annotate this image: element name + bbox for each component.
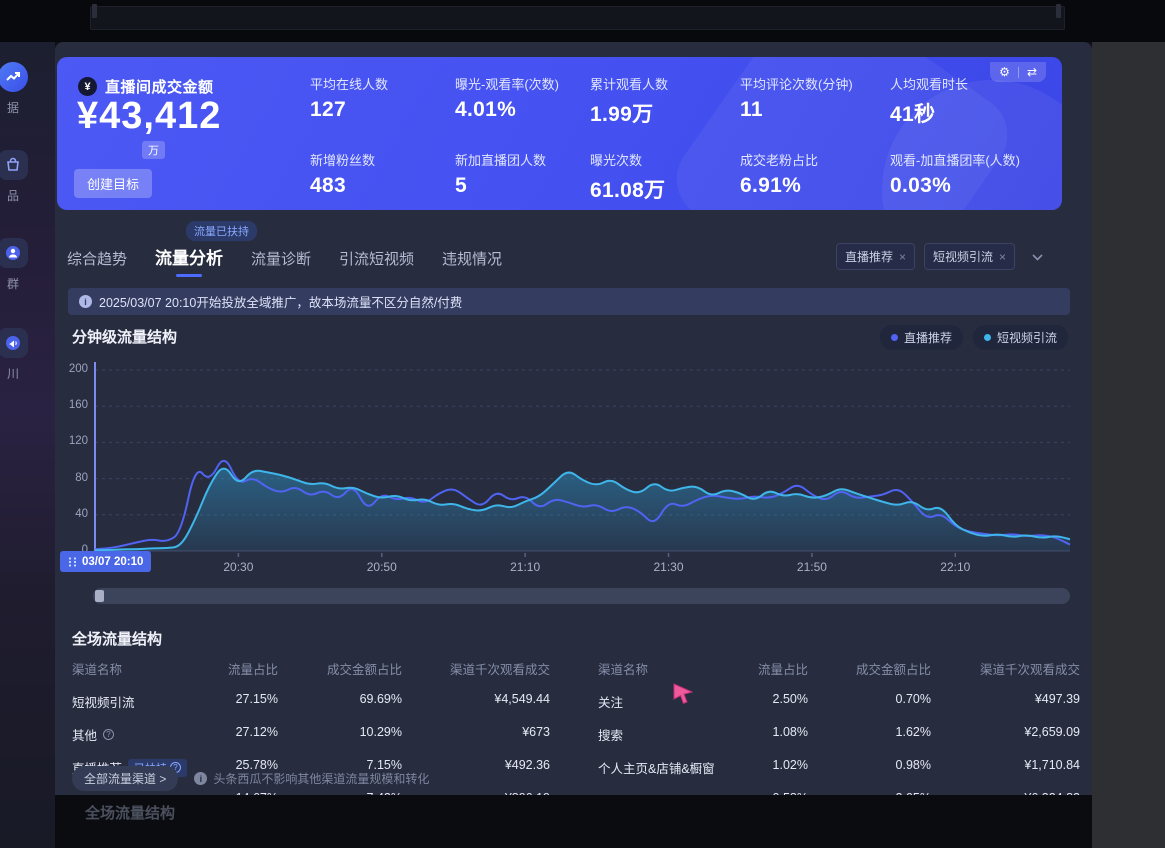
metric-cell: 成交老粉占比6.91% <box>740 150 890 204</box>
gmv-banner: ¥ 直播间成交金额 ¥43,412 万 创建目标 平均在线人数127 曝光-观看… <box>57 57 1062 210</box>
sidebar-nav: 据 品 群 川 <box>0 42 55 848</box>
background-section-title: 全场流量结构 <box>85 802 175 823</box>
banner-title: 直播间成交金额 <box>105 76 214 97</box>
metric-cell: 曝光-观看率(次数)4.01% <box>455 74 590 128</box>
sidebar-item-label: 据 <box>0 99 36 116</box>
collapsed-panel-strip <box>90 6 1065 30</box>
sidebar-item-label: 群 <box>0 275 36 292</box>
minute-traffic-chart[interactable] <box>60 358 1080 590</box>
metric-grid: 平均在线人数127 曝光-观看率(次数)4.01% 累计观看人数1.99万 平均… <box>310 74 1040 204</box>
sidebar-item-qianchuan[interactable]: 川 <box>0 328 36 382</box>
gmv-value: ¥43,412 <box>77 95 221 138</box>
table-row: 关注 <box>598 689 738 714</box>
gear-icon[interactable]: ⚙ <box>999 65 1010 79</box>
tab-overview[interactable]: 综合趋势 <box>67 248 127 277</box>
chart-range-scrollbar[interactable] <box>93 588 1070 604</box>
tab-lead-videos[interactable]: 引流短视频 <box>339 248 414 277</box>
table-row: 个人主页&店铺&橱窗 <box>598 755 738 780</box>
close-icon[interactable]: × <box>999 250 1006 264</box>
banner-toolbar: ⚙ ⇄ <box>990 62 1046 82</box>
page-under-panel <box>55 795 1092 848</box>
sidebar-item-product[interactable]: 品 <box>0 150 36 204</box>
gmv-unit-badge: 万 <box>142 141 165 159</box>
legend-dot <box>984 334 991 341</box>
info-icon: i <box>79 295 92 308</box>
table-row: 搜索 <box>598 722 738 747</box>
table-footer: 全部流量渠道 > i 头条西瓜不影响其他渠道流量规模和转化 <box>72 766 429 791</box>
chevron-down-icon[interactable] <box>1032 248 1043 266</box>
tab-traffic-diagnosis[interactable]: 流量诊断 <box>251 248 311 277</box>
legend-live-recommend[interactable]: 直播推荐 <box>880 325 963 350</box>
tab-violations[interactable]: 违规情况 <box>442 248 502 277</box>
tab-bar: 综合趋势 流量分析 流量诊断 引流短视频 违规情况 <box>67 244 502 277</box>
table-row: 短视频引流 <box>72 689 202 714</box>
info-icon[interactable]: ? <box>103 729 114 740</box>
metric-cell: 累计观看人数1.99万 <box>590 74 740 128</box>
sidebar-item-audience[interactable]: 群 <box>0 238 36 292</box>
scrollbar-handle[interactable] <box>95 590 104 602</box>
table-row: 其他? <box>72 722 202 747</box>
create-goal-button[interactable]: 创建目标 <box>74 169 152 198</box>
sidebar-item-data[interactable]: 据 <box>0 62 36 116</box>
sidebar-item-label: 品 <box>0 187 36 204</box>
metric-cell: 平均在线人数127 <box>310 74 455 128</box>
bag-icon <box>0 150 28 180</box>
filter-chip-live[interactable]: 直播推荐 × <box>836 243 915 270</box>
user-icon <box>0 238 28 268</box>
currency-coin-icon: ¥ <box>78 77 97 96</box>
traffic-table-right: 渠道名称 流量占比 成交金额占比 渠道千次观看成交 关注 2.50% 0.70%… <box>598 656 1080 813</box>
dashboard-screen: 据 品 群 川 ¥ 直播间成交金额 ¥43,412 <box>0 0 1165 848</box>
filter-chip-video[interactable]: 短视频引流 × <box>924 243 1015 270</box>
metric-cell: 新加直播团人数5 <box>455 150 590 204</box>
sidebar-item-label: 川 <box>0 365 36 382</box>
metric-cell: 平均评论次数(分钟)11 <box>740 74 890 128</box>
metric-cell: 曝光次数61.08万 <box>590 150 740 204</box>
all-channels-button[interactable]: 全部流量渠道 > <box>72 766 178 791</box>
metric-cell: 观看-加直播团率(人数)0.03% <box>890 150 1040 204</box>
info-icon: i <box>194 772 207 785</box>
close-icon[interactable]: × <box>899 250 906 264</box>
legend-dot <box>891 334 898 341</box>
trend-icon <box>0 62 28 92</box>
x-axis-start-label[interactable]: 03/07 20:10 <box>60 551 151 572</box>
session-traffic-title: 全场流量结构 <box>72 628 162 649</box>
strip-end-tick <box>1056 4 1061 18</box>
promotion-notice: i 2025/03/07 20:10开始投放全域推广，故本场流量不区分自然/付费 <box>68 288 1070 315</box>
metric-cell: 新增粉丝数483 <box>310 150 455 204</box>
channel-filter-select[interactable]: 直播推荐 × 短视频引流 × <box>836 243 1043 270</box>
background-right-strip <box>1092 42 1165 848</box>
drag-grid-icon <box>68 557 77 567</box>
traffic-boosted-badge: 流量已扶持 <box>186 221 257 241</box>
top-collapsed-bar <box>0 0 1165 42</box>
strip-end-tick <box>92 4 97 18</box>
metric-cell: 人均观看时长41秒 <box>890 74 1040 128</box>
toolbar-divider <box>1018 67 1019 78</box>
banner-title-row: ¥ 直播间成交金额 <box>78 76 214 97</box>
tab-traffic-analysis[interactable]: 流量分析 <box>155 244 223 277</box>
minute-chart-title: 分钟级流量结构 <box>72 326 177 347</box>
chart-legend: 直播推荐 短视频引流 <box>880 325 1068 350</box>
legend-video-traffic[interactable]: 短视频引流 <box>973 325 1068 350</box>
megaphone-icon <box>0 328 28 358</box>
table-footer-note: i 头条西瓜不影响其他渠道流量规模和转化 <box>194 770 429 787</box>
swap-icon[interactable]: ⇄ <box>1027 65 1037 79</box>
